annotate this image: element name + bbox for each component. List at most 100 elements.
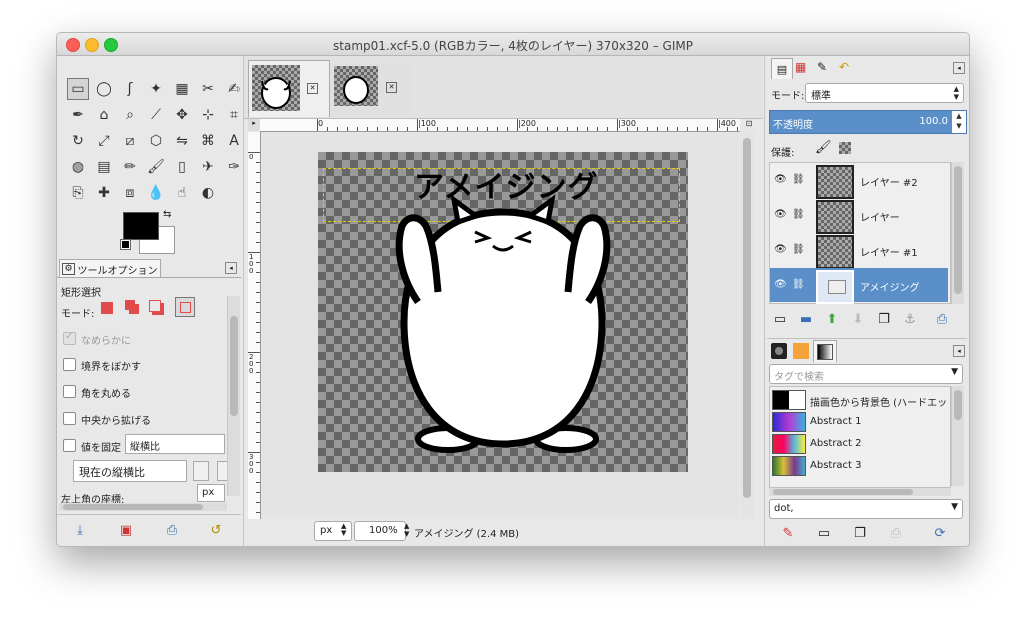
canvas-vscroll-thumb[interactable] (743, 138, 751, 498)
mode-intersect-button[interactable] (175, 297, 195, 317)
mode-subtract-button[interactable] (149, 300, 161, 312)
duplicate-gradient-icon[interactable]: ❐ (851, 524, 869, 542)
foreground-color-swatch[interactable] (123, 212, 159, 240)
crop-tool-icon[interactable]: ⌗ (223, 104, 245, 126)
fuzzy-select-tool-icon[interactable]: ✦ (145, 78, 167, 100)
fixed-mode-select[interactable]: 縦横比 (125, 434, 225, 454)
gradient-tag-entry[interactable]: dot, ▼ (769, 499, 963, 519)
expand-from-center-checkbox[interactable] (63, 412, 76, 425)
restore-options-icon[interactable]: ▣ (117, 521, 135, 539)
visibility-eye-icon[interactable]: 👁 (774, 244, 787, 255)
zoom-stepper-icon[interactable]: ▲ ▼ (404, 522, 409, 538)
heal-tool-icon[interactable]: ✚ (93, 182, 115, 204)
perspective-clone-tool-icon[interactable]: ⧈ (119, 182, 141, 204)
layer-row[interactable]: 👁 ⛓ レイヤー #2 (770, 163, 948, 199)
gradient-item[interactable]: Abstract 3 (770, 455, 948, 477)
tab-channels[interactable]: ▦ (795, 60, 806, 74)
layer-row[interactable]: 👁 ⛓ レイヤー #1 (770, 233, 948, 269)
chain-link-icon[interactable]: ⛓ (792, 209, 805, 220)
vertical-ruler[interactable]: 0 1 0 0 2 0 0 3 0 0 (248, 132, 261, 528)
new-layer-icon[interactable]: ▭ (771, 310, 789, 328)
tool-options-menu-button[interactable]: ◂ (225, 262, 237, 274)
gradient-item[interactable]: 描画色から背景色 (ハードエッ (770, 389, 948, 411)
layer-row[interactable]: 👁 ⛓ アメイジング (770, 268, 948, 304)
layers-scrollbar[interactable] (951, 162, 964, 304)
close-tab-1-icon[interactable]: ✕ (307, 83, 318, 94)
unit-select[interactable]: px ▲ ▼ (314, 521, 352, 541)
ink-tool-icon[interactable]: ✑ (223, 156, 245, 178)
paintbrush-tool-icon[interactable]: 🖌 (145, 156, 167, 178)
swap-colors-icon[interactable]: ⇆ (163, 209, 171, 220)
save-options-icon[interactable]: ⤓ (71, 521, 89, 539)
eraser-tool-icon[interactable]: ▯ (171, 156, 193, 178)
tab-paths[interactable]: ✎ (817, 60, 827, 74)
gradients-hscroll[interactable] (769, 488, 951, 496)
tab-undo[interactable]: ↶ (839, 60, 849, 74)
airbrush-tool-icon[interactable]: ✈ (197, 156, 219, 178)
gradients-hscroll-thumb[interactable] (773, 489, 913, 495)
antialias-checkbox[interactable]: ✓ (63, 331, 76, 345)
free-select-tool-icon[interactable]: ʃ (119, 78, 141, 100)
default-colors-icon[interactable] (120, 239, 131, 250)
tab-layers[interactable]: ▤ (771, 58, 793, 79)
tool-options-hscroll-thumb[interactable] (63, 504, 203, 510)
new-layer-group-icon[interactable]: ▬ (797, 310, 815, 328)
ratio-landscape-icon[interactable] (193, 461, 209, 481)
gradient-item[interactable]: Abstract 1 (770, 411, 948, 433)
feather-edges-checkbox[interactable] (63, 358, 76, 371)
text-tool-icon[interactable]: A (223, 130, 245, 152)
delete-layer-icon[interactable]: ⎙ (933, 310, 951, 328)
bucket-fill-tool-icon[interactable]: ◍ (67, 156, 89, 178)
edit-gradient-icon[interactable]: ✎ (779, 524, 797, 542)
mode-replace-button[interactable] (101, 302, 113, 314)
chain-link-icon[interactable]: ⛓ (792, 279, 805, 290)
rounded-corners-checkbox[interactable] (63, 385, 76, 398)
anchor-layer-icon[interactable]: ⚓ (901, 310, 919, 328)
scale-tool-icon[interactable]: ⤢ (93, 130, 115, 152)
ruler-lock-icon[interactable]: ⊡ (743, 119, 755, 131)
foreground-select-tool-icon[interactable]: ✍ (223, 78, 245, 100)
reset-options-icon[interactable]: ↺ (207, 521, 225, 539)
cage-tool-icon[interactable]: ⌘ (197, 130, 219, 152)
select-by-color-tool-icon[interactable]: ▦ (171, 78, 193, 100)
layers-scroll-thumb[interactable] (954, 166, 962, 294)
smudge-tool-icon[interactable]: ☝ (171, 182, 193, 204)
rect-select-tool-icon[interactable]: ▭ (67, 78, 89, 100)
delete-options-icon[interactable]: ⎙ (163, 521, 181, 539)
duplicate-layer-icon[interactable]: ❐ (875, 310, 893, 328)
zoom-tool-icon[interactable]: ⌕ (119, 104, 141, 126)
layer-row[interactable]: 👁 ⛓ レイヤー (770, 198, 948, 234)
flip-tool-icon[interactable]: ⇋ (171, 130, 193, 152)
blend-tool-icon[interactable]: ▤ (93, 156, 115, 178)
position-unit-select[interactable]: px (197, 484, 225, 502)
fixed-checkbox[interactable] (63, 439, 76, 452)
ruler-corner[interactable]: ▸ (248, 119, 260, 131)
perspective-tool-icon[interactable]: ⬡ (145, 130, 167, 152)
tab-tool-options[interactable]: ⚙ ツールオプション (59, 259, 161, 278)
paths-tool-icon[interactable]: ✒ (67, 104, 89, 126)
delete-gradient-icon[interactable]: ⎙ (887, 524, 905, 542)
tab-gradients[interactable] (813, 340, 837, 362)
gradient-tag-search[interactable]: タグで検索 ▼ (769, 364, 963, 384)
chain-link-icon[interactable]: ⛓ (792, 174, 805, 185)
refresh-gradients-icon[interactable]: ⟳ (931, 524, 949, 542)
visibility-eye-icon[interactable]: 👁 (774, 209, 787, 220)
raise-layer-icon[interactable]: ⬆ (823, 310, 841, 328)
align-tool-icon[interactable]: ⊹ (197, 104, 219, 126)
horizontal-ruler[interactable]: 0 |100 |200 |300 |400 (260, 119, 740, 132)
lock-pixels-icon[interactable]: 🖌 (815, 140, 832, 155)
pencil-tool-icon[interactable]: ✏ (119, 156, 141, 178)
move-tool-icon[interactable]: ✥ (171, 104, 193, 126)
gradients-dock-menu-button[interactable]: ◂ (953, 345, 965, 357)
layers-dock-menu-button[interactable]: ◂ (953, 62, 965, 74)
opacity-stepper[interactable]: ▲ ▼ (952, 111, 966, 133)
gradient-item[interactable]: Abstract 2 (770, 433, 948, 455)
ratio-field[interactable]: 現在の縦横比 (73, 460, 187, 482)
ellipse-select-tool-icon[interactable]: ◯ (93, 78, 115, 100)
canvas-viewport[interactable]: アメイジング (261, 132, 739, 528)
rotate-tool-icon[interactable]: ↻ (67, 130, 89, 152)
lock-alpha-icon[interactable] (839, 142, 851, 154)
dodge-burn-tool-icon[interactable]: ◐ (197, 182, 219, 204)
new-gradient-icon[interactable]: ▭ (815, 524, 833, 542)
scissors-tool-icon[interactable]: ✂ (197, 78, 219, 100)
